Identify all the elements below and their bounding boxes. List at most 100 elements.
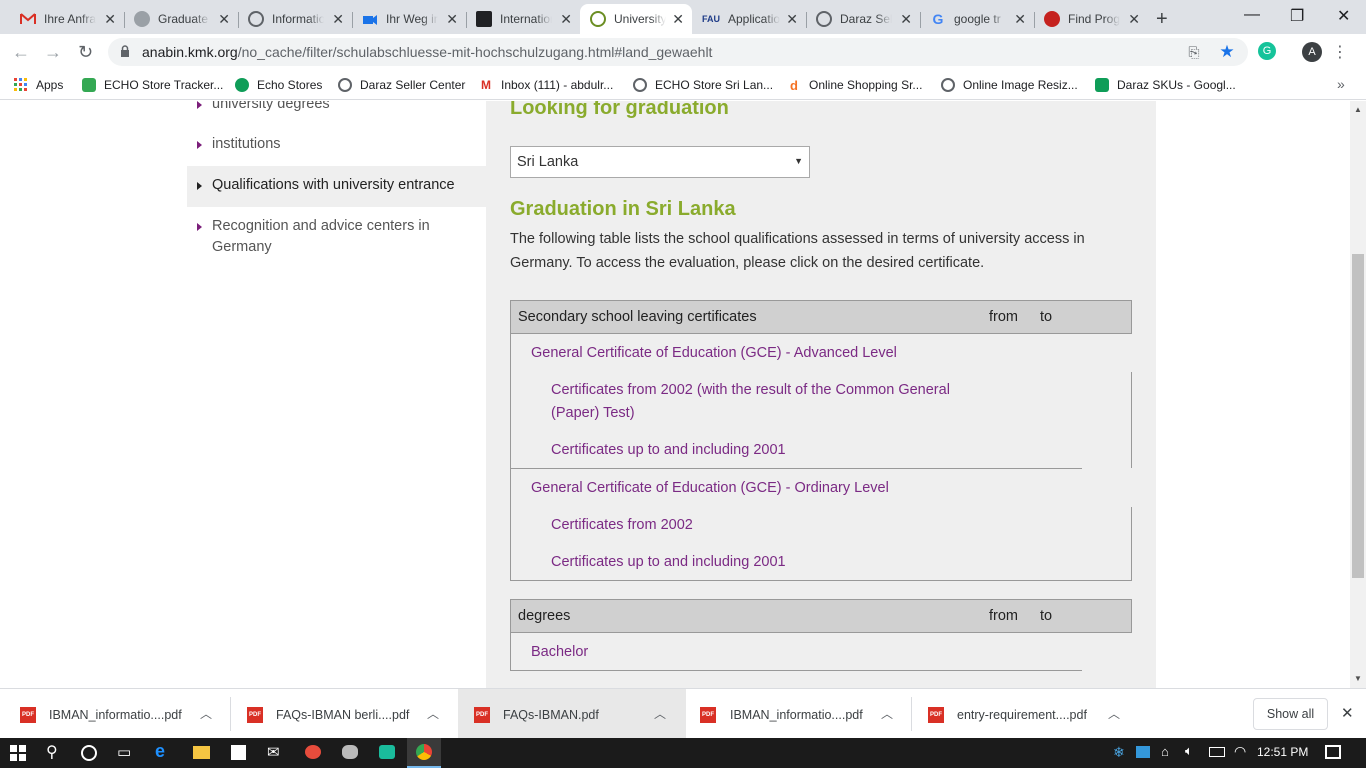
link-gce-advanced-level[interactable]: General Certificate of Education (GCE) -… <box>531 342 897 365</box>
chevron-up-icon[interactable]: ︿ <box>427 705 439 722</box>
chevron-up-icon[interactable]: ︿ <box>881 705 893 722</box>
clock-time[interactable]: 12:51 PM <box>1257 745 1308 759</box>
translate-icon[interactable]: ⎘ <box>1184 42 1204 62</box>
tab-ihre-anfrage[interactable]: Ihre Anfrage ✕ <box>10 4 124 34</box>
tab-international[interactable]: International ✕ <box>466 4 580 34</box>
bookmark-echo-store-sri-lanka[interactable]: ECHO Store Sri Lan... <box>633 76 773 94</box>
minimize-icon[interactable]: — <box>1244 6 1260 24</box>
close-window-icon[interactable]: ✕ <box>1337 6 1350 26</box>
bookmark-echo-stores[interactable]: Echo Stores <box>235 76 322 94</box>
tab-daraz-seller[interactable]: Daraz Seller ✕ <box>806 4 920 34</box>
link-bachelor[interactable]: Bachelor <box>531 641 588 664</box>
tray-icon[interactable]: ❄ <box>1113 744 1125 761</box>
notification-icon[interactable] <box>1325 745 1341 759</box>
close-icon[interactable]: ✕ <box>900 11 912 28</box>
sidebar-item-qualifications[interactable]: Qualifications with university entrance <box>187 166 486 207</box>
divider <box>911 697 912 731</box>
mail-icon[interactable]: ✉ <box>267 743 280 761</box>
globe-icon <box>816 11 832 27</box>
tab-ihr-weg[interactable]: Ihr Weg ins ✕ <box>352 4 466 34</box>
link-certificates-from-2002-advanced[interactable]: Certificates from 2002 (with the result … <box>551 379 991 425</box>
profile-avatar[interactable]: A <box>1302 42 1322 62</box>
back-icon[interactable]: ← <box>12 42 30 63</box>
bookmark-daraz-seller-center[interactable]: Daraz Seller Center <box>338 76 465 94</box>
download-item[interactable]: PDF IBMAN_informatio....pdf ︿ <box>690 693 908 735</box>
download-item[interactable]: PDF entry-requirement....pdf ︿ <box>918 693 1136 735</box>
close-icon[interactable]: ✕ <box>786 11 798 28</box>
chevron-up-icon[interactable]: ︿ <box>654 705 666 722</box>
tab-application[interactable]: FAU Application ✕ <box>692 4 806 34</box>
store-icon[interactable] <box>231 745 246 760</box>
reload-icon[interactable]: ↻ <box>78 42 93 63</box>
link-certificates-until-2001-advanced[interactable]: Certificates up to and including 2001 <box>551 439 786 462</box>
scrollbar-thumb[interactable] <box>1352 254 1364 578</box>
download-item[interactable]: PDF FAQs-IBMAN berli....pdf ︿ <box>237 693 455 735</box>
close-icon[interactable]: ✕ <box>104 11 116 28</box>
bookmark-apps[interactable]: Apps <box>14 76 63 94</box>
close-icon[interactable]: ✕ <box>218 11 230 28</box>
task-view-icon[interactable]: ▭ <box>117 743 131 761</box>
tab-title: International <box>500 12 552 26</box>
bookmark-echo-store-tracker[interactable]: ECHO Store Tracker... <box>82 76 223 94</box>
sidebar-item-university-degrees[interactable]: university degrees <box>187 101 486 118</box>
tab-find-programme[interactable]: Find Prog ✕ <box>1034 4 1148 34</box>
bookmark-inbox[interactable]: M Inbox (111) - abdulr... <box>479 76 613 94</box>
close-icon[interactable]: ✕ <box>1014 11 1026 28</box>
download-item-hover[interactable]: PDF FAQs-IBMAN.pdf ︿ <box>458 689 686 739</box>
chevron-up-icon[interactable]: ︿ <box>1108 705 1120 722</box>
menu-kebab-icon[interactable]: ⋮ <box>1330 42 1350 62</box>
forward-icon[interactable]: → <box>44 42 62 63</box>
scroll-up-icon[interactable]: ▲ <box>1354 105 1362 114</box>
tab-university-active[interactable]: University ✕ <box>580 4 692 34</box>
chevron-up-icon[interactable]: ︿ <box>200 705 212 722</box>
link-certificates-from-2002-ordinary[interactable]: Certificates from 2002 <box>551 514 693 537</box>
sidebar-item-institutions[interactable]: institutions <box>187 134 486 158</box>
bookmark-online-shopping[interactable]: d Online Shopping Sr... <box>787 76 922 94</box>
close-icon[interactable]: ✕ <box>672 11 684 28</box>
country-select[interactable]: Sri Lanka ▼ <box>510 146 810 178</box>
bookmark-online-image-resizer[interactable]: Online Image Resiz... <box>941 76 1078 94</box>
file-explorer-icon[interactable] <box>193 746 210 759</box>
chrome-taskbar-button[interactable] <box>407 738 441 768</box>
close-icon[interactable]: ✕ <box>446 11 458 28</box>
new-tab-icon[interactable]: + <box>1156 8 1168 31</box>
tab-graduate[interactable]: Graduate ✕ <box>124 4 238 34</box>
link-gce-ordinary-level[interactable]: General Certificate of Education (GCE) -… <box>531 477 889 500</box>
wifi-icon[interactable]: ◠ <box>1234 743 1246 760</box>
cortana-icon[interactable] <box>81 745 97 761</box>
battery-icon[interactable] <box>1209 747 1225 757</box>
vertical-scrollbar[interactable]: ▲ ▼ <box>1350 101 1366 688</box>
link-certificates-until-2001-ordinary[interactable]: Certificates up to and including 2001 <box>551 551 786 574</box>
close-shelf-icon[interactable]: ✕ <box>1341 704 1354 722</box>
column-to: to <box>1040 309 1053 325</box>
globe-icon <box>134 11 150 27</box>
globe-icon <box>633 78 647 92</box>
tab-title: University <box>614 12 666 26</box>
app-icon[interactable] <box>342 745 358 759</box>
show-all-button[interactable]: Show all <box>1253 698 1328 730</box>
more-bookmarks-icon[interactable]: » <box>1337 76 1345 92</box>
tray-icon[interactable]: ⌂ <box>1161 744 1169 759</box>
scroll-down-icon[interactable]: ▼ <box>1354 674 1362 683</box>
bookmark-label: Daraz Seller Center <box>360 78 466 92</box>
tab-google-translate[interactable]: G google tr ✕ <box>920 4 1034 34</box>
address-bar[interactable]: anabin.kmk.org/no_cache/filter/schulabsc… <box>108 38 1248 66</box>
windows-start-icon[interactable] <box>10 745 26 766</box>
download-filename: IBMAN_informatio....pdf <box>49 708 182 722</box>
download-item[interactable]: PDF IBMAN_informatio....pdf ︿ <box>10 693 228 735</box>
close-icon[interactable]: ✕ <box>1128 11 1140 28</box>
restore-icon[interactable]: ❐ <box>1290 6 1304 26</box>
tray-icon[interactable] <box>1136 746 1150 758</box>
search-icon[interactable]: ⚲ <box>46 742 58 762</box>
tab-information[interactable]: Information ✕ <box>238 4 352 34</box>
close-icon[interactable]: ✕ <box>560 11 572 28</box>
bookmark-star-icon[interactable]: ★ <box>1217 42 1237 62</box>
bookmark-daraz-skus[interactable]: Daraz SKUs - Googl... <box>1095 76 1236 94</box>
grammarly-icon[interactable]: G <box>1258 42 1276 60</box>
edge-icon[interactable]: e <box>155 741 165 762</box>
app-icon[interactable] <box>379 745 395 759</box>
app-icon[interactable] <box>305 745 321 759</box>
volume-icon[interactable]: 🔈︎ <box>1185 743 1193 759</box>
close-icon[interactable]: ✕ <box>332 11 344 28</box>
sidebar-item-recognition[interactable]: Recognition and advice centers in German… <box>187 216 486 262</box>
